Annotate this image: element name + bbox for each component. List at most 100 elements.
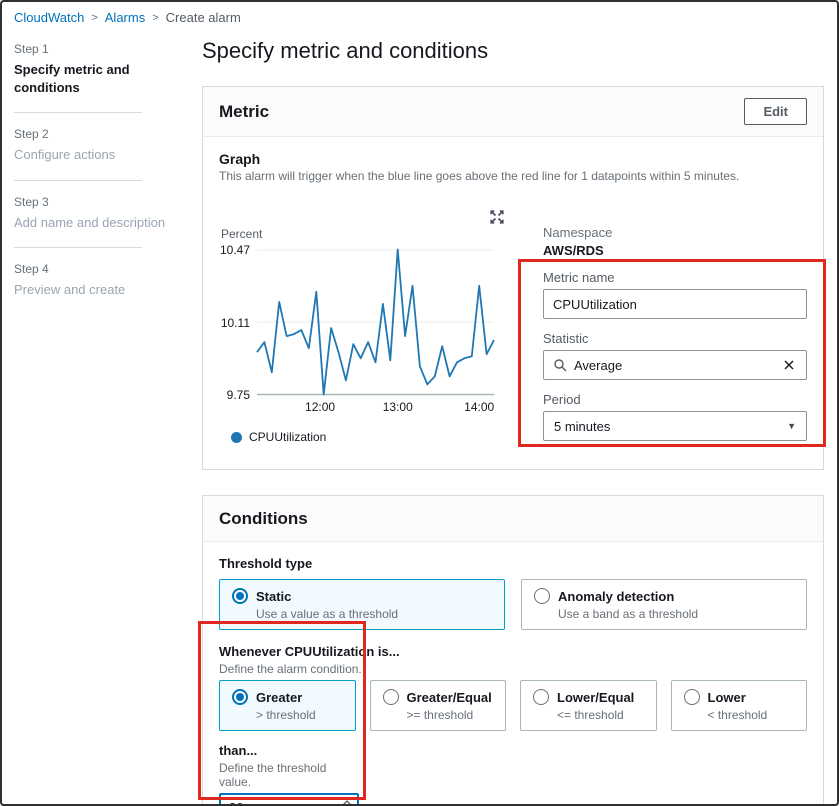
divider: [14, 180, 142, 181]
breadcrumb: CloudWatch > Alarms > Create alarm: [14, 10, 241, 25]
period-value: 5 minutes: [554, 419, 610, 434]
option-description: < threshold: [708, 708, 795, 722]
operator-option-greater-equal[interactable]: Greater/Equal >= threshold: [370, 680, 507, 731]
operator-option-lower-equal[interactable]: Lower/Equal <= threshold: [520, 680, 657, 731]
option-label: Anomaly detection: [558, 589, 674, 604]
y-axis-unit-label: Percent: [221, 227, 519, 241]
stepper-up-icon[interactable]: [342, 801, 352, 806]
whenever-description: Define the alarm condition.: [219, 662, 807, 676]
metric-graph-area: Percent 10.4710.119.75: [219, 201, 519, 453]
threshold-type-label: Threshold type: [219, 556, 807, 571]
period-select[interactable]: 5 minutes ▼: [543, 411, 807, 441]
option-label: Lower/Equal: [557, 690, 634, 705]
y-tick-label: 9.75: [227, 388, 250, 402]
option-description: > threshold: [256, 708, 343, 722]
option-label: Greater: [256, 690, 302, 705]
step-number: Step 4: [14, 262, 166, 276]
legend-label: CPUUtilization: [249, 430, 326, 444]
sidebar-step-2-label: Configure actions: [14, 146, 166, 164]
whenever-label: Whenever CPUUtilization is...: [219, 644, 807, 659]
divider: [14, 247, 142, 248]
wizard-steps-sidebar: Step 1 Specify metric and conditions Ste…: [14, 42, 166, 299]
radio-button[interactable]: [232, 689, 248, 705]
operator-option-lower[interactable]: Lower < threshold: [671, 680, 808, 731]
search-icon: [553, 358, 567, 372]
graph-description: This alarm will trigger when the blue li…: [219, 169, 807, 183]
breadcrumb-link-cloudwatch[interactable]: CloudWatch: [14, 10, 84, 25]
radio-button[interactable]: [684, 689, 700, 705]
x-tick-label: 13:00: [383, 400, 413, 414]
option-description: Use a value as a threshold: [256, 607, 492, 621]
option-label: Greater/Equal: [407, 690, 492, 705]
x-tick-label: 12:00: [305, 400, 335, 414]
operator-options: Greater > threshold Greater/Equal >= thr…: [219, 680, 807, 731]
metric-panel: Metric Edit Graph This alarm will trigge…: [202, 86, 824, 470]
step-number: Step 3: [14, 195, 166, 209]
expand-graph-icon[interactable]: [489, 209, 505, 225]
edit-button[interactable]: Edit: [744, 98, 807, 125]
option-label: Lower: [708, 690, 746, 705]
threshold-type-options: Static Use a value as a threshold Anomal…: [219, 579, 807, 630]
divider: [14, 112, 142, 113]
metric-fields-column: Namespace AWS/RDS Metric name Statistic: [543, 201, 807, 453]
threshold-value-input[interactable]: [219, 793, 359, 806]
metric-panel-title: Metric: [219, 102, 269, 122]
number-stepper[interactable]: [342, 801, 352, 806]
statistic-field: Statistic Average: [543, 331, 807, 380]
operator-option-greater[interactable]: Greater > threshold: [219, 680, 356, 731]
sidebar-step-2: Step 2 Configure actions: [14, 127, 166, 164]
threshold-option-static[interactable]: Static Use a value as a threshold: [219, 579, 505, 630]
option-label: Static: [256, 589, 291, 604]
breadcrumb-current: Create alarm: [166, 10, 241, 25]
radio-button[interactable]: [534, 588, 550, 604]
statistic-value: Average: [574, 358, 774, 373]
cloudwatch-create-alarm-screen: CloudWatch > Alarms > Create alarm Step …: [0, 0, 839, 806]
breadcrumb-separator: >: [152, 12, 158, 24]
sidebar-step-3-label: Add name and description: [14, 214, 166, 232]
y-tick-label: 10.11: [221, 316, 250, 330]
radio-button[interactable]: [383, 689, 399, 705]
conditions-panel: Conditions Threshold type Static Use a v…: [202, 495, 824, 806]
namespace-value: AWS/RDS: [543, 243, 807, 258]
metric-panel-body: Graph This alarm will trigger when the b…: [203, 137, 823, 469]
option-description: Use a band as a threshold: [558, 607, 794, 621]
period-label: Period: [543, 392, 807, 407]
page-title: Specify metric and conditions: [202, 38, 824, 64]
conditions-panel-body: Threshold type Static Use a value as a t…: [203, 542, 823, 806]
dropdown-arrow-icon: ▼: [787, 421, 796, 431]
sidebar-step-3: Step 3 Add name and description: [14, 195, 166, 232]
legend-item[interactable]: CPUUtilization: [231, 430, 519, 444]
statistic-label: Statistic: [543, 331, 807, 346]
sidebar-step-4: Step 4 Preview and create: [14, 262, 166, 299]
clear-icon[interactable]: [781, 357, 797, 373]
metric-chart: [257, 249, 494, 395]
threshold-value-block: than... Define the threshold value. Must…: [219, 743, 361, 806]
main-content: Specify metric and conditions Metric Edi…: [202, 32, 824, 806]
namespace-label: Namespace: [543, 225, 807, 240]
breadcrumb-link-alarms[interactable]: Alarms: [105, 10, 145, 25]
statistic-input[interactable]: Average: [543, 350, 807, 380]
metric-name-input[interactable]: [543, 289, 807, 319]
x-tick-label: 14:00: [464, 400, 494, 414]
breadcrumb-separator: >: [91, 12, 97, 24]
conditions-panel-header: Conditions: [203, 496, 823, 542]
y-tick-label: 10.47: [220, 243, 250, 257]
sidebar-step-1: Step 1 Specify metric and conditions: [14, 42, 166, 96]
sidebar-step-1-label[interactable]: Specify metric and conditions: [14, 61, 166, 96]
graph-heading: Graph: [219, 151, 807, 167]
step-number: Step 1: [14, 42, 166, 56]
step-number: Step 2: [14, 127, 166, 141]
x-axis-labels: 12:00 13:00 14:00: [257, 400, 494, 416]
radio-button[interactable]: [232, 588, 248, 604]
metric-name-label: Metric name: [543, 270, 807, 285]
legend-dot: [231, 432, 242, 443]
conditions-panel-title: Conditions: [219, 509, 308, 529]
y-axis-labels: 10.4710.119.75: [219, 249, 257, 395]
metric-name-field: Metric name: [543, 270, 807, 319]
option-description: <= threshold: [557, 708, 644, 722]
metric-panel-header: Metric Edit: [203, 87, 823, 137]
option-description: >= threshold: [407, 708, 494, 722]
threshold-option-anomaly-detection[interactable]: Anomaly detection Use a band as a thresh…: [521, 579, 807, 630]
radio-button[interactable]: [533, 689, 549, 705]
than-description: Define the threshold value.: [219, 761, 361, 789]
